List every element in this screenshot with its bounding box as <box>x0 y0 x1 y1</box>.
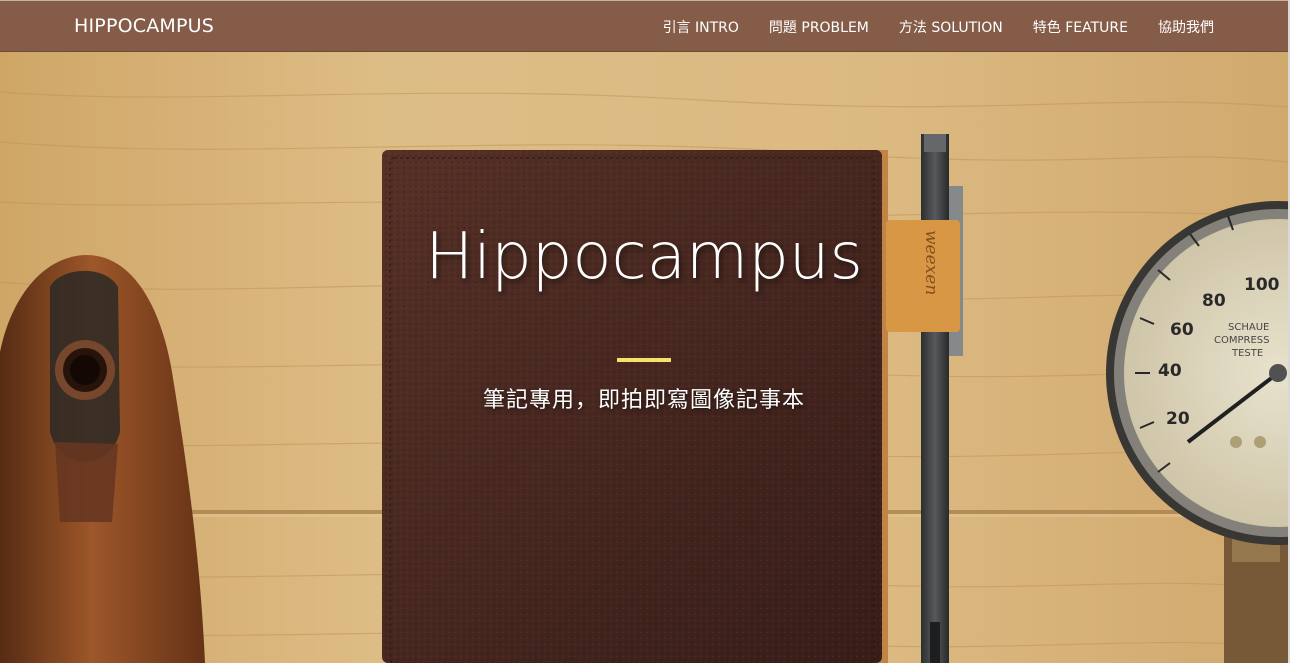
hero-title: Hippocampus <box>425 220 863 294</box>
hero-section: weexen 20 40 60 80 100 SCHAUE COMPRESS T… <box>0 52 1288 663</box>
nav-menu: 引言 INTRO 問題 PROBLEM 方法 SOLUTION 特色 FEATU… <box>633 1 1214 53</box>
nav-item-help-us[interactable]: 協助我們 <box>1158 17 1214 37</box>
nav-item-feature[interactable]: 特色 FEATURE <box>1033 17 1128 37</box>
nav-item-problem[interactable]: 問題 PROBLEM <box>769 17 869 37</box>
brand-link[interactable]: HIPPOCAMPUS <box>74 15 214 37</box>
hero-divider <box>617 358 671 362</box>
nav-item-intro[interactable]: 引言 INTRO <box>663 17 739 37</box>
hero-subtitle: 筆記專用，即拍即寫圖像記事本 <box>482 388 805 413</box>
nav-item-solution[interactable]: 方法 SOLUTION <box>899 17 1003 37</box>
top-navbar: HIPPOCAMPUS 引言 INTRO 問題 PROBLEM 方法 SOLUT… <box>0 0 1288 52</box>
page: HIPPOCAMPUS 引言 INTRO 問題 PROBLEM 方法 SOLUT… <box>0 0 1290 663</box>
